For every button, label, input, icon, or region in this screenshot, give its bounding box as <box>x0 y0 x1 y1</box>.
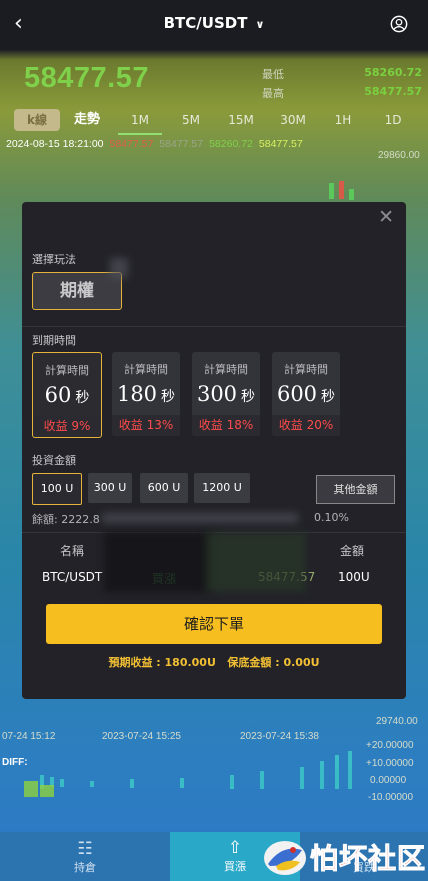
duration-gain: 收益 9% <box>33 416 101 437</box>
confirm-order-button[interactable]: 確認下單 <box>46 604 382 644</box>
nav-hold-label: 持倉 <box>74 861 96 874</box>
high-value: 58477.57 <box>364 85 422 98</box>
price-axis-top: 29860.00 <box>378 150 420 161</box>
fee-text: 0.10% <box>314 511 349 524</box>
pair-title: BTC/USDT <box>163 14 248 32</box>
current-price: 58477.57 <box>24 62 149 94</box>
divider <box>22 326 406 327</box>
order-pair: BTC/USDT <box>42 570 103 584</box>
censor-blur <box>104 532 214 592</box>
duration-unit: 秒 <box>75 390 90 406</box>
candle <box>349 189 354 200</box>
high-label: 最高 <box>262 87 284 100</box>
duration-label: 計算時間 <box>204 363 248 376</box>
expected-summary: 預期收益 : 180.00U 保底金額 : 0.00U <box>22 654 406 670</box>
watermark-text: 怕坏社区 <box>309 842 427 876</box>
duration-unit: 秒 <box>321 389 336 405</box>
diff-tick: 0.00000 <box>370 775 407 786</box>
user-icon[interactable] <box>390 15 408 33</box>
candle <box>329 183 334 199</box>
amount-option-600[interactable]: 600 U <box>140 473 188 503</box>
play-option-button[interactable]: 期權 <box>32 272 122 310</box>
duration-unit: 秒 <box>161 389 176 405</box>
diff-tick: +20.00000 <box>366 740 414 751</box>
amount-option-100[interactable]: 100 U <box>32 473 82 505</box>
order-dialog: ✕ 選擇玩法 期權 到期時間 計算時間 60 秒 收益 9% 計算時間 180 秒 … <box>22 202 406 699</box>
stat-high: 58477.57 <box>159 138 204 150</box>
duration-label: 計算時間 <box>45 364 89 377</box>
diff-tick: +10.00000 <box>366 758 414 769</box>
top-bar: ‹ BTC/USDT ∨ <box>0 0 428 50</box>
play-title: 選擇玩法 <box>32 253 76 266</box>
stat-low: 58260.72 <box>209 138 253 150</box>
tab-interval-5m[interactable]: 5M <box>170 107 212 133</box>
amount-title: 投資金額 <box>32 454 76 467</box>
tab-interval-30m[interactable]: 30M <box>272 107 314 133</box>
duration-label: 計算時間 <box>124 363 168 376</box>
time-label: 2023-07-24 15:25 <box>102 731 181 742</box>
expected-profit: 預期收益 : 180.00U <box>108 656 216 669</box>
duration-gain: 收益 18% <box>192 415 260 436</box>
pair-selector[interactable]: BTC/USDT ∨ <box>0 14 428 32</box>
duration-gain: 收益 20% <box>272 415 340 436</box>
amount-option-1200[interactable]: 1200 U <box>194 473 250 503</box>
censor-blur <box>206 532 306 592</box>
duration-option-600[interactable]: 計算時間 600 秒 收益 20% <box>272 352 340 436</box>
nav-hold[interactable]: ☷ 持倉 <box>0 832 170 881</box>
stat-datetime: 2024-08-15 18:21:00 <box>6 138 104 150</box>
tab-interval-1h[interactable]: 1H <box>322 107 364 133</box>
candle <box>339 181 344 199</box>
chart-tabs: k線 走勢 1M 5M 15M 30M 1H 1D <box>0 107 428 135</box>
close-icon[interactable]: ✕ <box>378 206 394 228</box>
order-amount: 100U <box>338 570 370 584</box>
ohlc-row: 2024-08-15 18:21:00 58477.57 58477.57 58260… <box>6 138 309 150</box>
watermark-logo <box>264 841 306 875</box>
duration-seconds: 60 <box>44 383 72 407</box>
guaranteed-amount: 保底金額 : 0.00U <box>227 656 320 669</box>
duration-option-180[interactable]: 計算時間 180 秒 收益 13% <box>112 352 180 436</box>
duration-gain: 收益 13% <box>112 415 180 436</box>
macd-histogram <box>24 751 352 797</box>
tab-kline[interactable]: k線 <box>14 109 60 131</box>
col-name-header: 名稱 <box>60 544 85 558</box>
censor-blur <box>102 513 298 523</box>
low-label: 最低 <box>262 68 284 81</box>
tab-interval-15m[interactable]: 15M <box>220 107 262 133</box>
duration-option-300[interactable]: 計算時間 300 秒 收益 18% <box>192 352 260 436</box>
tab-trend[interactable]: 走勢 <box>66 107 108 133</box>
duration-seconds: 300 <box>196 382 238 406</box>
duration-option-60[interactable]: 計算時間 60 秒 收益 9% <box>32 352 102 438</box>
duration-label: 計算時間 <box>284 363 328 376</box>
time-label: 2023-07-24 15:38 <box>240 731 319 742</box>
time-label: 07-24 15:12 <box>2 731 56 742</box>
col-amount-header: 金額 <box>340 544 365 558</box>
price-axis-bottom: 29740.00 <box>376 716 418 727</box>
watermark: 怕坏社区 <box>262 832 428 881</box>
expiry-title: 到期時間 <box>32 334 76 347</box>
duration-unit: 秒 <box>241 389 256 405</box>
censor-blur <box>110 258 128 278</box>
amount-option-300[interactable]: 300 U <box>88 473 132 503</box>
tab-interval-1m[interactable]: 1M <box>118 107 162 135</box>
chevron-down-icon: ∨ <box>255 18 265 31</box>
low-value: 58260.72 <box>364 66 422 79</box>
stat-open: 58477.57 <box>109 138 154 150</box>
diff-tick: -10.00000 <box>368 792 414 803</box>
duration-seconds: 180 <box>116 382 158 406</box>
duration-seconds: 600 <box>276 382 318 406</box>
other-amount-button[interactable]: 其他金額 <box>316 475 395 504</box>
balance-text: 餘額: 2222.8 <box>32 513 100 526</box>
stat-close: 58477.57 <box>258 138 303 150</box>
tab-interval-1d[interactable]: 1D <box>372 107 414 133</box>
hold-icon: ☷ <box>77 839 93 859</box>
